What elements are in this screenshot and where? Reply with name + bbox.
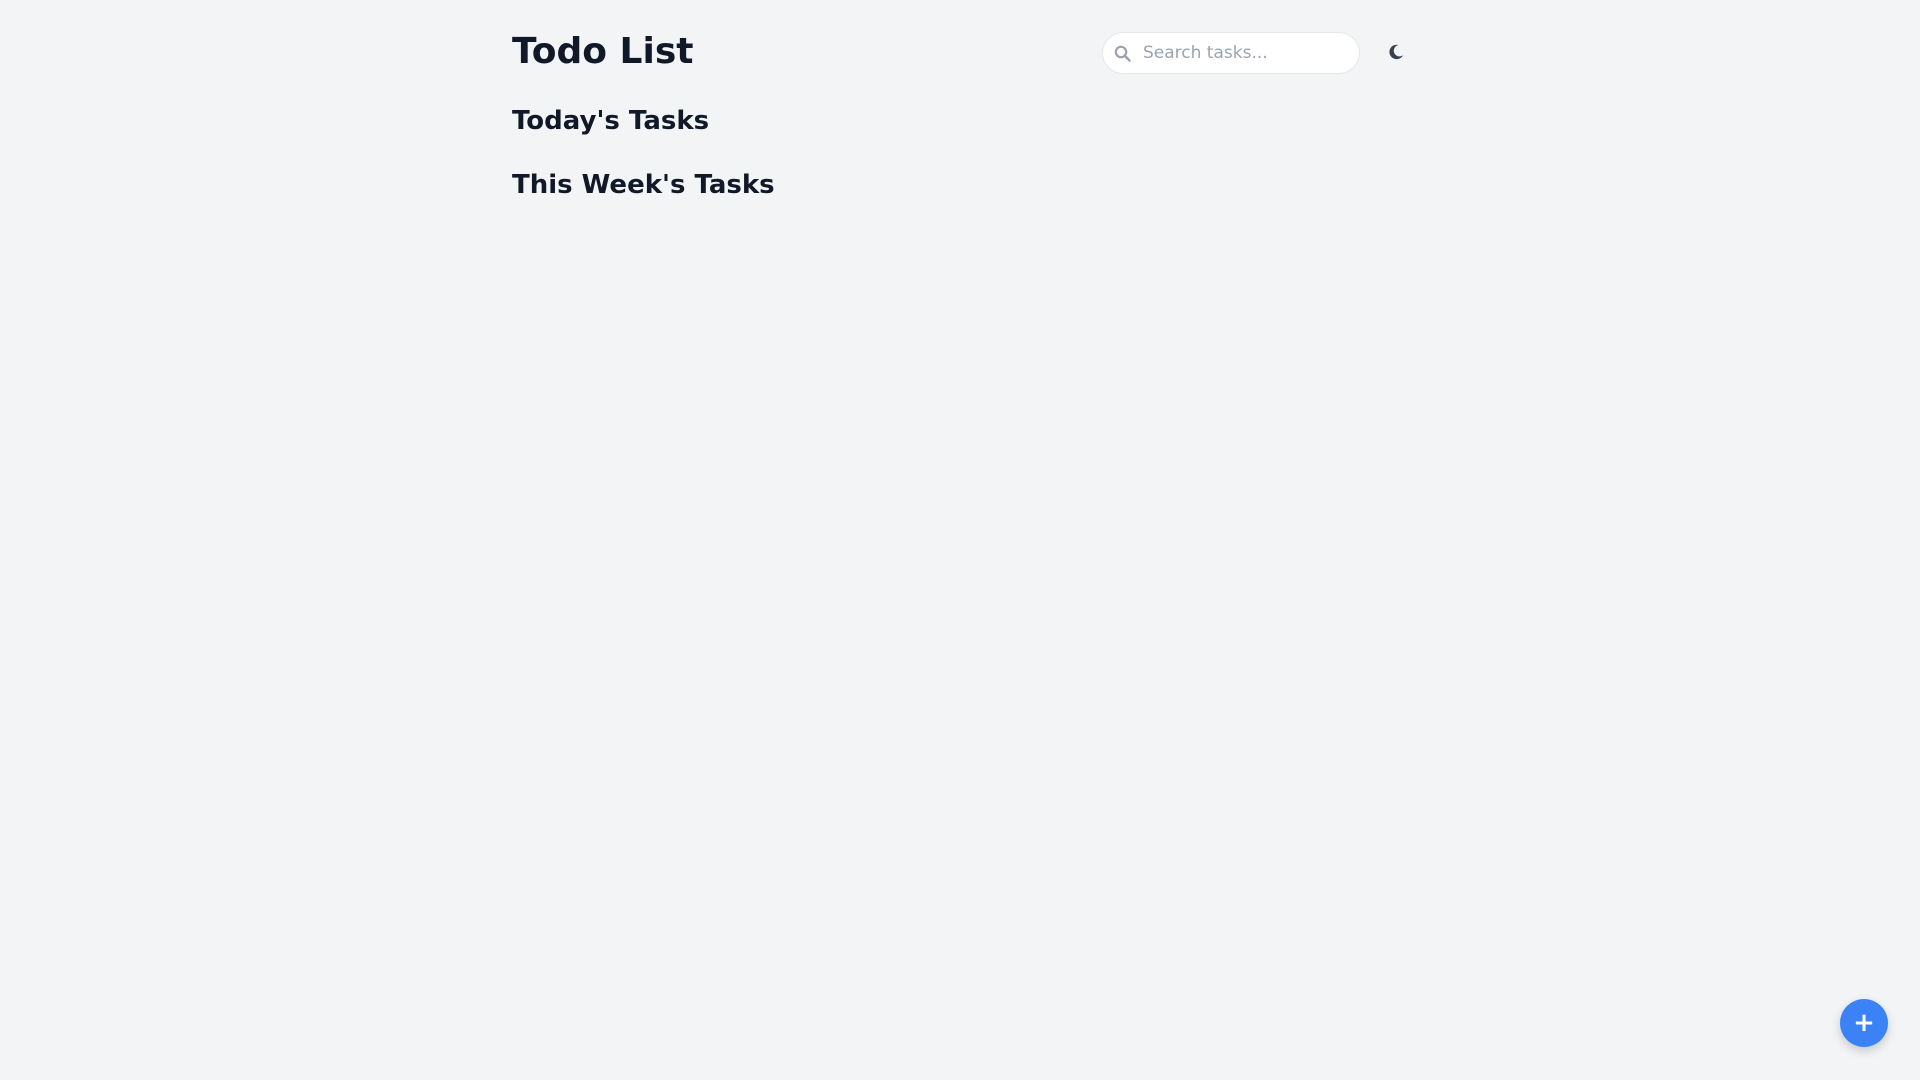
main-container: Todo List Today's Tasks This Week's Task… (512, 0, 1408, 200)
plus-icon: + (1853, 1008, 1875, 1038)
moon-icon (1387, 43, 1405, 64)
theme-toggle-button[interactable] (1378, 35, 1414, 71)
week-tasks-heading: This Week's Tasks (512, 170, 775, 200)
app-header: Todo List (512, 0, 1408, 105)
add-task-button[interactable]: + (1840, 999, 1888, 1047)
today-tasks-heading: Today's Tasks (512, 106, 710, 136)
search-box[interactable] (1102, 32, 1360, 74)
search-input[interactable] (1141, 33, 1351, 73)
search-icon (1113, 44, 1133, 64)
page-title: Todo List (512, 31, 694, 72)
